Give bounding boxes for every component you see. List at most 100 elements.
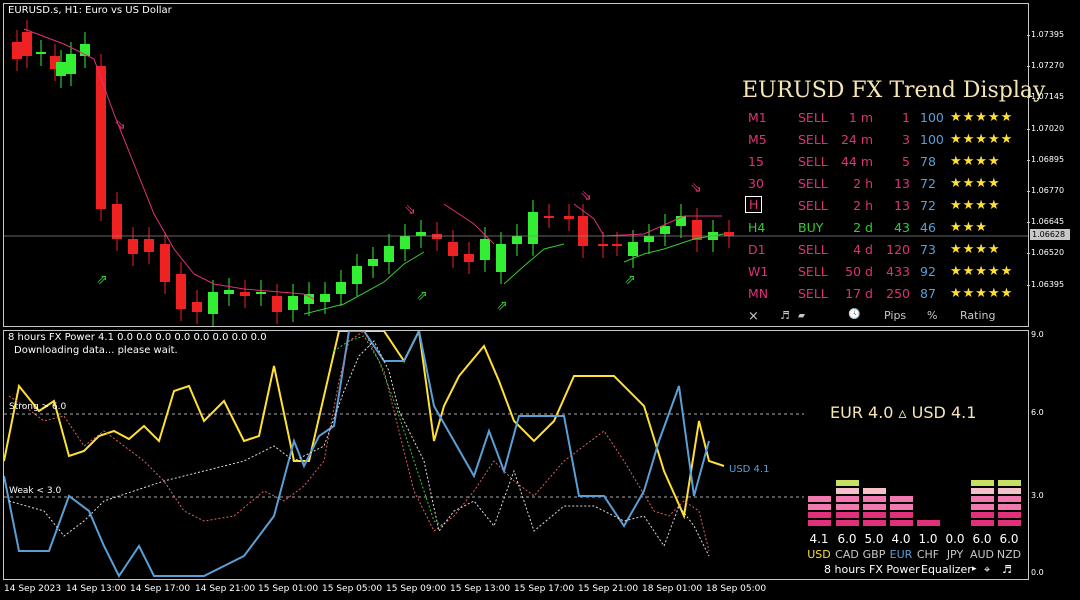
candle-body bbox=[288, 296, 298, 310]
candle-body bbox=[320, 294, 330, 302]
sell-arrow-icon: ⇘ bbox=[404, 202, 416, 218]
percent-value: 72 bbox=[920, 198, 936, 213]
candle-body bbox=[724, 232, 734, 236]
rating-header: Rating bbox=[960, 309, 996, 322]
candle-body bbox=[128, 239, 138, 254]
weak-level-label: Weak < 3.0 bbox=[9, 486, 62, 496]
timeframe-label[interactable]: D1 bbox=[748, 242, 766, 257]
equalizer-value: 0.0 bbox=[945, 532, 965, 546]
chart-title: EURUSD.s, H1: Euro vs US Dollar bbox=[8, 5, 172, 16]
strong-level-label: Strong > 6.0 bbox=[9, 402, 67, 412]
candle-body bbox=[448, 242, 458, 256]
time-tick: 15 Sep 05:00 bbox=[322, 584, 383, 594]
candle-body bbox=[400, 236, 410, 249]
price-tick: 1.06770 bbox=[1031, 186, 1065, 195]
price-axis: 1.07395 1.07270 1.07145 1.07020 1.06895 1.067… bbox=[1027, 3, 1080, 325]
tick-mark bbox=[1027, 128, 1030, 130]
time-tick: 14 Sep 17:00 bbox=[130, 584, 191, 594]
equalizer-currency[interactable]: CHF bbox=[914, 548, 942, 561]
gbp-strength-line bbox=[8, 340, 710, 557]
tick-mark bbox=[1027, 159, 1030, 161]
percent-value: 92 bbox=[920, 264, 936, 279]
mode-label[interactable]: Equalizer bbox=[921, 563, 972, 576]
time-axis: 14 Sep 2023 14 Sep 13:00 14 Sep 17:00 14 Se… bbox=[0, 580, 1030, 598]
timeframe-label[interactable]: M1 bbox=[748, 110, 767, 125]
timeframe-label[interactable]: W1 bbox=[748, 264, 768, 279]
time-tick: 15 Sep 09:00 bbox=[386, 584, 447, 594]
equalizer-value: 5.0 bbox=[864, 532, 884, 546]
candle-body bbox=[628, 242, 638, 256]
close-icon[interactable]: × bbox=[748, 309, 759, 324]
period-label[interactable]: 8 hours bbox=[824, 563, 865, 576]
timeframe-label[interactable]: H4 bbox=[748, 220, 765, 235]
timeframe-label[interactable]: H bbox=[745, 196, 763, 213]
candle-body bbox=[464, 254, 474, 262]
candle-body bbox=[384, 246, 394, 262]
wave-icon[interactable]: ▰ bbox=[798, 311, 805, 321]
sell-arrow-icon: ⇘ bbox=[580, 188, 592, 204]
percent-value: 100 bbox=[920, 132, 944, 147]
equalizer-currency[interactable]: NZD bbox=[995, 548, 1023, 561]
candle-body bbox=[598, 244, 608, 246]
status-message: Downloading data... please wait. bbox=[14, 345, 178, 356]
moving-average-line bbox=[443, 203, 495, 245]
pips-value: 13 bbox=[894, 198, 910, 213]
equalizer-currency[interactable]: EUR bbox=[887, 548, 915, 561]
candle-body bbox=[160, 244, 170, 282]
percent-value: 73 bbox=[920, 242, 936, 257]
support-line bbox=[503, 243, 565, 285]
candle-body bbox=[336, 282, 346, 294]
arrow-icon[interactable]: ▸ bbox=[972, 564, 977, 574]
price-tick: 1.06520 bbox=[1031, 248, 1065, 258]
price-tick: 1.06895 bbox=[1031, 154, 1065, 164]
indicator-tick: 0.0 bbox=[1031, 568, 1044, 577]
price-tick: 1.07020 bbox=[1031, 123, 1065, 133]
equalizer-currency[interactable]: AUD bbox=[968, 548, 996, 561]
music-icon[interactable]: ♬ bbox=[1002, 563, 1012, 576]
candle-body bbox=[12, 42, 22, 59]
equalizer-currency[interactable]: USD bbox=[805, 548, 833, 561]
clock-icon[interactable]: 🕓 bbox=[848, 309, 860, 320]
candle-body bbox=[660, 226, 670, 234]
sell-arrow-icon: ⇘ bbox=[114, 117, 126, 133]
equalizer-currency[interactable]: CAD bbox=[833, 548, 861, 561]
rating-stars: ★★★★ bbox=[950, 176, 1001, 191]
equalizer-currency[interactable]: GBP bbox=[860, 548, 888, 561]
timeframe-label[interactable]: 30 bbox=[748, 176, 764, 191]
candle-body bbox=[240, 292, 250, 296]
candle-body bbox=[432, 234, 442, 239]
target-icon[interactable]: ⌖ bbox=[984, 563, 990, 577]
candle-body bbox=[272, 296, 282, 312]
time-tick: 14 Sep 21:00 bbox=[195, 584, 256, 594]
percent-value: 46 bbox=[920, 220, 936, 235]
equalizer-value: 6.0 bbox=[999, 532, 1019, 546]
tick-mark bbox=[1027, 253, 1030, 255]
candle-body bbox=[644, 236, 654, 242]
indicator-tick: 9.0 bbox=[1031, 330, 1044, 339]
rating-stars: ★★★★ bbox=[950, 154, 1001, 169]
pips-header: Pips bbox=[884, 309, 907, 322]
equalizer-currency[interactable]: JPY bbox=[941, 548, 969, 561]
equalizer-value: 1.0 bbox=[918, 532, 938, 546]
rating-stars: ★★★★★ bbox=[950, 110, 1014, 125]
pips-value: 433 bbox=[886, 264, 910, 279]
timeframe-label[interactable]: 15 bbox=[748, 154, 764, 169]
sound-icon[interactable]: ♬ bbox=[780, 309, 790, 322]
buy-arrow-icon: ⇗ bbox=[624, 272, 636, 288]
buy-arrow-icon: ⇗ bbox=[416, 288, 428, 304]
rating-stars: ★★★★★ bbox=[950, 264, 1014, 279]
buy-arrow-icon: ⇗ bbox=[496, 298, 508, 314]
candle-body bbox=[368, 259, 378, 266]
timeframe-label[interactable]: M5 bbox=[748, 132, 767, 147]
pips-value: 13 bbox=[894, 176, 910, 191]
candle-body bbox=[208, 292, 218, 314]
tick-mark bbox=[1027, 66, 1030, 68]
trend-display-title: EURUSD FX Trend Display bbox=[742, 78, 1046, 103]
pips-value: 3 bbox=[902, 132, 910, 147]
tick-mark bbox=[1027, 222, 1030, 224]
candle-body bbox=[144, 239, 154, 252]
timeframe-label[interactable]: MN bbox=[748, 286, 768, 301]
price-tick: 1.07395 bbox=[1031, 30, 1065, 39]
equalizer-value: 4.1 bbox=[809, 532, 829, 546]
candle-body bbox=[480, 239, 490, 260]
